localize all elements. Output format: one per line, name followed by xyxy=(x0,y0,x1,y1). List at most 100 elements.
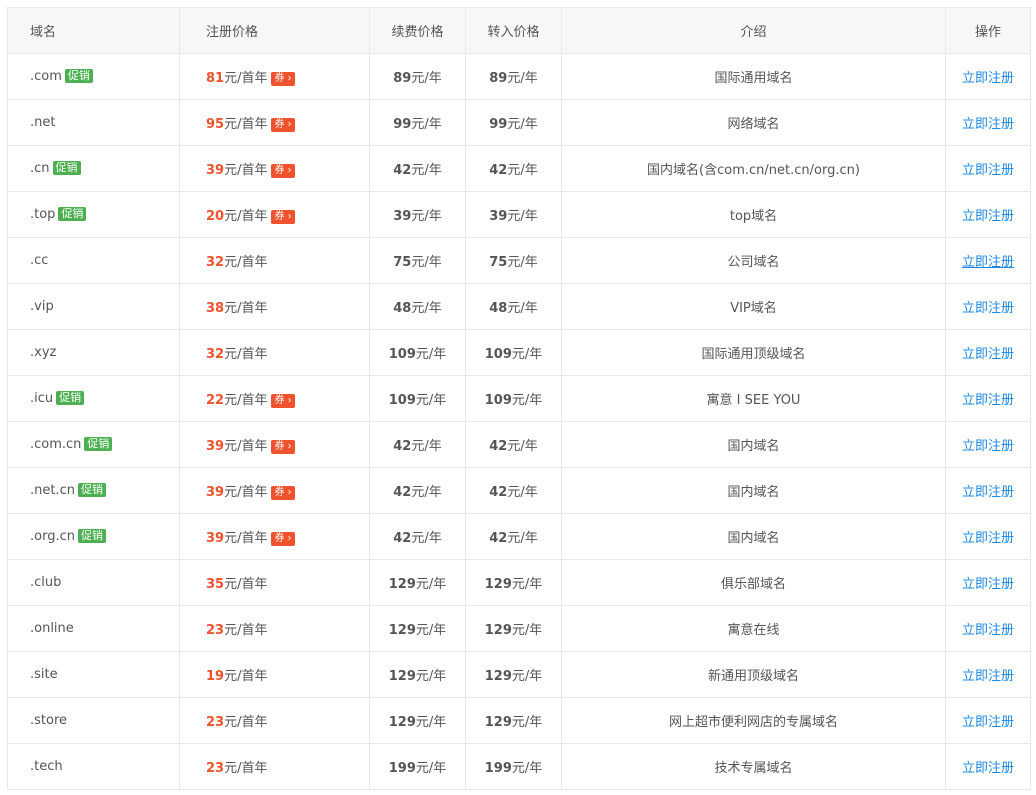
cell-intro: 网络域名 xyxy=(561,99,946,146)
register-now-link[interactable]: 立即注册 xyxy=(962,255,1014,270)
header-domain: 域名 xyxy=(7,7,180,54)
cell-transfer-price: 109元/年 xyxy=(465,375,562,422)
cell-register-price: 39元/首年券 › xyxy=(179,145,370,192)
transfer-price-unit: 元/年 xyxy=(507,301,538,316)
cell-renew-price: 39元/年 xyxy=(369,191,466,238)
cell-register-price: 32元/首年 xyxy=(179,237,370,284)
register-price-unit: 元/首年 xyxy=(224,301,268,316)
cell-register-price: 95元/首年券 › xyxy=(179,99,370,146)
cell-domain: .xyz xyxy=(7,329,180,376)
transfer-price-unit: 元/年 xyxy=(511,761,543,776)
transfer-price-unit: 元/年 xyxy=(507,209,538,224)
register-now-link[interactable]: 立即注册 xyxy=(962,761,1014,776)
cell-register-price: 81元/首年券 › xyxy=(179,53,370,100)
renew-price-value: 129 xyxy=(388,577,416,592)
cell-renew-price: 42元/年 xyxy=(369,145,466,192)
register-now-link[interactable]: 立即注册 xyxy=(962,485,1014,500)
domain-suffix: .online xyxy=(30,621,74,636)
register-now-link[interactable]: 立即注册 xyxy=(962,669,1014,684)
coupon-badge[interactable]: 券 › xyxy=(271,210,295,224)
register-now-link[interactable]: 立即注册 xyxy=(962,117,1014,132)
register-price-value: 39 xyxy=(206,163,225,178)
domain-suffix: .vip xyxy=(30,299,54,314)
cell-register-price: 22元/首年券 › xyxy=(179,375,370,422)
transfer-price-value: 48 xyxy=(489,301,508,316)
cell-domain: .cc xyxy=(7,237,180,284)
register-now-link[interactable]: 立即注册 xyxy=(962,531,1014,546)
register-now-link[interactable]: 立即注册 xyxy=(962,347,1014,362)
table-row: .net.cn 促销 39元/首年券 › 42元/年 42元/年 国内域名 立即注册 xyxy=(7,467,1031,514)
coupon-badge[interactable]: 券 › xyxy=(271,532,295,546)
cell-action: 立即注册 xyxy=(945,743,1031,790)
register-price-unit: 元/首年 xyxy=(224,669,268,684)
table-row: .tech 23元/首年 199元/年 199元/年 技术专属域名 立即注册 xyxy=(7,743,1031,790)
renew-price-unit: 元/年 xyxy=(415,761,447,776)
table-row: .top 促销 20元/首年券 › 39元/年 39元/年 top域名 立即注册 xyxy=(7,191,1031,238)
transfer-price-unit: 元/年 xyxy=(507,255,538,270)
domain-suffix: .store xyxy=(30,713,68,728)
register-price-value: 23 xyxy=(206,623,225,638)
transfer-price-value: 42 xyxy=(489,439,508,454)
cell-intro: 寓意 I SEE YOU xyxy=(561,375,946,422)
renew-price-unit: 元/年 xyxy=(411,163,442,178)
transfer-price-unit: 元/年 xyxy=(511,715,543,730)
cell-renew-price: 42元/年 xyxy=(369,467,466,514)
cell-action: 立即注册 xyxy=(945,467,1031,514)
register-now-link[interactable]: 立即注册 xyxy=(962,715,1014,730)
cell-domain: .site xyxy=(7,651,180,698)
transfer-price-unit: 元/年 xyxy=(511,669,543,684)
coupon-badge[interactable]: 券 › xyxy=(271,440,295,454)
renew-price-unit: 元/年 xyxy=(411,255,442,270)
register-price-value: 39 xyxy=(206,439,225,454)
domain-suffix: .com xyxy=(30,69,62,84)
domain-suffix: .tech xyxy=(30,759,63,774)
renew-price-unit: 元/年 xyxy=(411,71,442,86)
cell-action: 立即注册 xyxy=(945,605,1031,652)
cell-intro: VIP域名 xyxy=(561,283,946,330)
cell-transfer-price: 129元/年 xyxy=(465,697,562,744)
cell-domain: .top 促销 xyxy=(7,191,180,238)
renew-price-value: 42 xyxy=(393,163,412,178)
domain-suffix: .org.cn xyxy=(30,529,75,544)
register-price-value: 32 xyxy=(206,347,225,362)
cell-action: 立即注册 xyxy=(945,513,1031,560)
cell-register-price: 20元/首年券 › xyxy=(179,191,370,238)
cell-intro: 国内域名 xyxy=(561,467,946,514)
table-row: .club 35元/首年 129元/年 129元/年 俱乐部域名 立即注册 xyxy=(7,559,1031,606)
renew-price-unit: 元/年 xyxy=(415,393,447,408)
register-now-link[interactable]: 立即注册 xyxy=(962,393,1014,408)
cell-transfer-price: 129元/年 xyxy=(465,651,562,698)
renew-price-unit: 元/年 xyxy=(415,347,447,362)
table-row: .cc 32元/首年 75元/年 75元/年 公司域名 立即注册 xyxy=(7,237,1031,284)
coupon-badge[interactable]: 券 › xyxy=(271,486,295,500)
coupon-badge[interactable]: 券 › xyxy=(271,394,295,408)
register-now-link[interactable]: 立即注册 xyxy=(962,439,1014,454)
domain-suffix: .xyz xyxy=(30,345,57,360)
transfer-price-value: 75 xyxy=(489,255,508,270)
renew-price-value: 42 xyxy=(393,485,412,500)
register-now-link[interactable]: 立即注册 xyxy=(962,163,1014,178)
cell-transfer-price: 42元/年 xyxy=(465,467,562,514)
register-now-link[interactable]: 立即注册 xyxy=(962,623,1014,638)
coupon-badge[interactable]: 券 › xyxy=(271,118,295,132)
table-row: .xyz 32元/首年 109元/年 109元/年 国际通用顶级域名 立即注册 xyxy=(7,329,1031,376)
transfer-price-value: 39 xyxy=(489,209,508,224)
cell-register-price: 23元/首年 xyxy=(179,697,370,744)
register-now-link[interactable]: 立即注册 xyxy=(962,209,1014,224)
coupon-badge[interactable]: 券 › xyxy=(271,72,295,86)
register-price-unit: 元/首年 xyxy=(224,163,268,178)
register-now-link[interactable]: 立即注册 xyxy=(962,71,1014,86)
cell-action: 立即注册 xyxy=(945,375,1031,422)
cell-action: 立即注册 xyxy=(945,421,1031,468)
cell-register-price: 39元/首年券 › xyxy=(179,513,370,560)
cell-renew-price: 129元/年 xyxy=(369,559,466,606)
register-now-link[interactable]: 立即注册 xyxy=(962,577,1014,592)
register-now-link[interactable]: 立即注册 xyxy=(962,301,1014,316)
register-price-value: 81 xyxy=(206,71,225,86)
transfer-price-unit: 元/年 xyxy=(507,439,538,454)
transfer-price-unit: 元/年 xyxy=(511,393,543,408)
coupon-badge[interactable]: 券 › xyxy=(271,164,295,178)
register-price-unit: 元/首年 xyxy=(224,531,268,546)
register-price-unit: 元/首年 xyxy=(224,71,268,86)
transfer-price-value: 89 xyxy=(489,71,508,86)
